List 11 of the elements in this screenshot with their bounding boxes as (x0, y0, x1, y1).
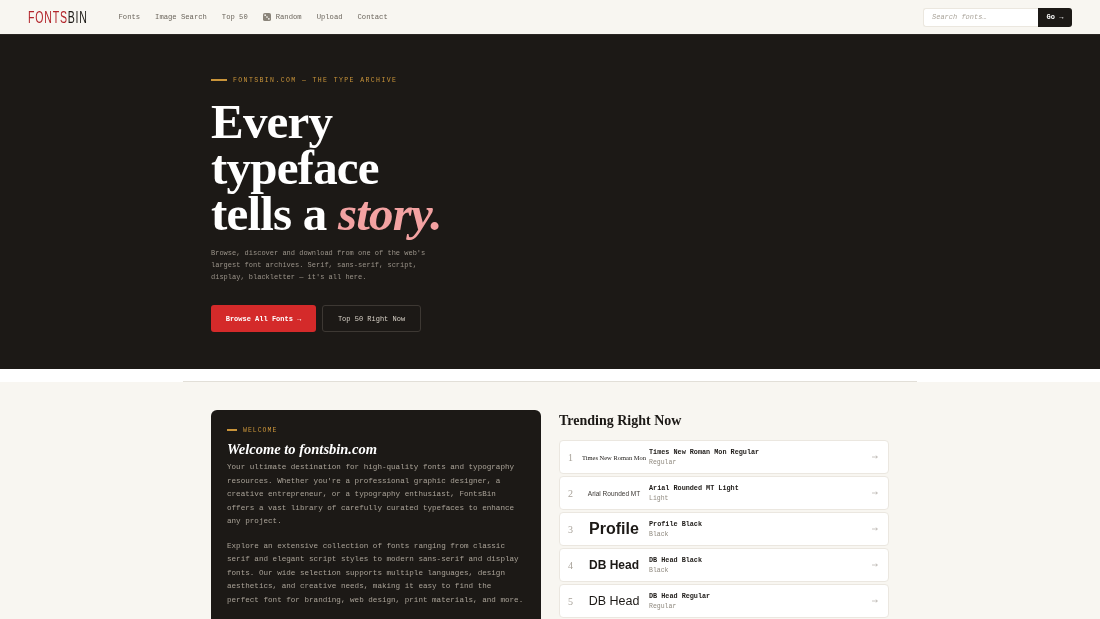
rank-number: 4 (568, 559, 574, 571)
font-preview: DB Head (589, 558, 639, 572)
rank-number: 3 (568, 523, 574, 535)
font-preview: Profile (589, 520, 639, 538)
rank-number: 2 (568, 487, 574, 499)
card-title: Welcome to fontsbin.com (227, 440, 378, 458)
font-preview: DB Head (588, 594, 640, 608)
rank-number: 5 (568, 595, 574, 607)
section-title: Trending Right Now (559, 412, 683, 430)
logo[interactable]: FONTSBIN (28, 7, 88, 27)
rank-number: 1 (568, 451, 574, 463)
